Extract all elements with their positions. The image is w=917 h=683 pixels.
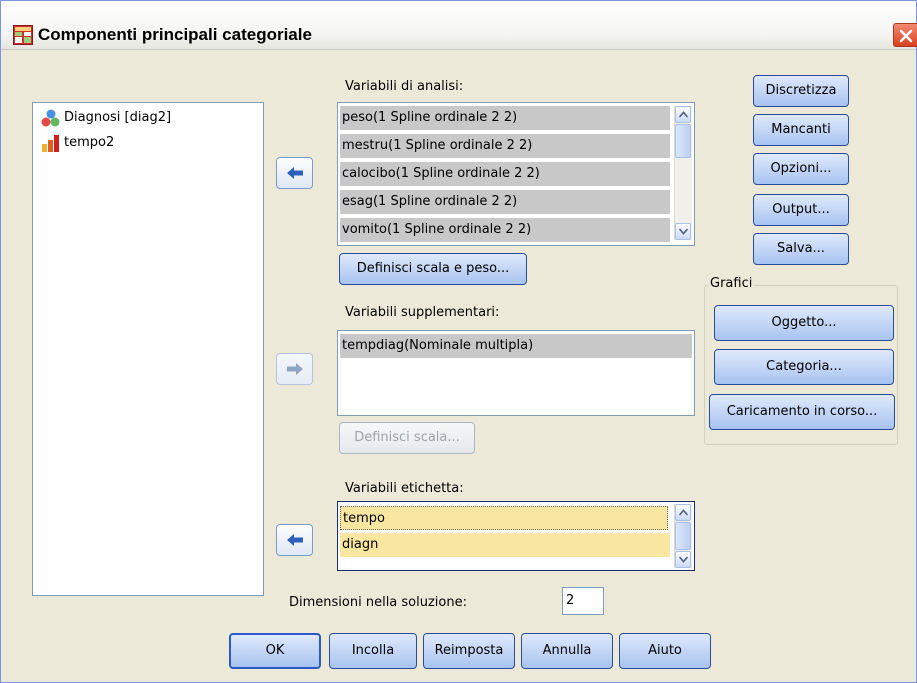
list-item[interactable]: esag(1 Spline ordinale 2 2) [340, 190, 670, 214]
nominal-icon [41, 108, 61, 128]
move-to-supplementary-button[interactable] [276, 353, 313, 385]
ok-button[interactable]: OK [229, 633, 321, 669]
close-icon [899, 29, 913, 43]
move-to-analysis-button[interactable] [276, 157, 313, 189]
label-variables-label: Variabili etichetta: [345, 481, 464, 496]
loadings-plot-button[interactable]: Caricamento in corso... [709, 394, 895, 430]
chevron-down-icon [679, 556, 688, 563]
dimensions-input[interactable]: 2 [562, 587, 604, 615]
reset-button[interactable]: Reimposta [423, 633, 515, 669]
scroll-thumb[interactable] [675, 124, 691, 158]
supplementary-variables-list[interactable]: tempdiag(Nominale multipla) [337, 330, 695, 416]
discretize-button[interactable]: Discretizza [753, 75, 849, 107]
define-scale-button[interactable]: Definisci scala... [339, 422, 475, 454]
options-button[interactable]: Opzioni... [753, 153, 849, 185]
scroll-down-button[interactable] [675, 223, 691, 240]
object-plot-button[interactable]: Oggetto... [714, 305, 894, 341]
plots-group-label: Grafici [708, 276, 755, 291]
dialog-window: Componenti principali categoriale Diagno… [0, 0, 917, 683]
source-variable-list[interactable]: Diagnosi [diag2] tempo2 [32, 102, 264, 596]
move-to-labels-button[interactable] [276, 524, 313, 556]
list-item[interactable]: peso(1 Spline ordinale 2 2) [340, 106, 670, 130]
output-button[interactable]: Output... [753, 194, 849, 226]
vertical-scrollbar[interactable] [674, 106, 692, 240]
title-bar[interactable]: Componenti principali categoriale [1, 1, 917, 50]
list-item[interactable]: tempo [340, 506, 668, 530]
list-item-label: tempo2 [64, 135, 115, 150]
analysis-variables-label: Variabili di analisi: [345, 79, 464, 94]
supplementary-variables-label: Variabili supplementari: [345, 305, 500, 320]
list-item-label: Diagnosi [diag2] [64, 110, 172, 125]
paste-button[interactable]: Incolla [329, 633, 417, 669]
window-title: Componenti principali categoriale [38, 25, 312, 44]
chevron-up-icon [679, 509, 688, 516]
list-item[interactable]: Diagnosi [diag2] [41, 107, 171, 129]
list-item[interactable]: tempo2 [41, 132, 114, 154]
cancel-button[interactable]: Annulla [521, 633, 613, 669]
list-item[interactable]: mestru(1 Spline ordinale 2 2) [340, 134, 670, 158]
arrow-left-icon [287, 167, 303, 179]
vertical-scrollbar[interactable] [674, 504, 692, 568]
define-scale-weight-button[interactable]: Definisci scala e peso... [339, 253, 527, 285]
scale-icon [41, 133, 61, 153]
chevron-down-icon [679, 228, 688, 235]
chevron-up-icon [679, 111, 688, 118]
label-variables-list[interactable]: tempo diagn [337, 501, 695, 571]
scroll-up-button[interactable] [675, 504, 691, 521]
analysis-variables-list[interactable]: peso(1 Spline ordinale 2 2) mestru(1 Spl… [337, 102, 695, 246]
arrow-right-icon [287, 363, 303, 375]
scroll-down-button[interactable] [675, 551, 691, 568]
arrow-left-icon [287, 534, 303, 546]
scroll-thumb[interactable] [675, 522, 691, 550]
table-grid-icon [13, 25, 33, 45]
category-plot-button[interactable]: Categoria... [714, 349, 894, 385]
close-button[interactable] [893, 23, 917, 47]
list-item[interactable]: vomito(1 Spline ordinale 2 2) [340, 218, 670, 242]
save-button[interactable]: Salva... [753, 233, 849, 265]
help-button[interactable]: Aiuto [619, 633, 711, 669]
list-item[interactable]: tempdiag(Nominale multipla) [340, 334, 692, 358]
list-item[interactable]: calocibo(1 Spline ordinale 2 2) [340, 162, 670, 186]
list-item[interactable]: diagn [340, 533, 670, 557]
missing-button[interactable]: Mancanti [753, 114, 849, 146]
scroll-up-button[interactable] [675, 106, 691, 123]
dimensions-label: Dimensioni nella soluzione: [289, 595, 467, 610]
